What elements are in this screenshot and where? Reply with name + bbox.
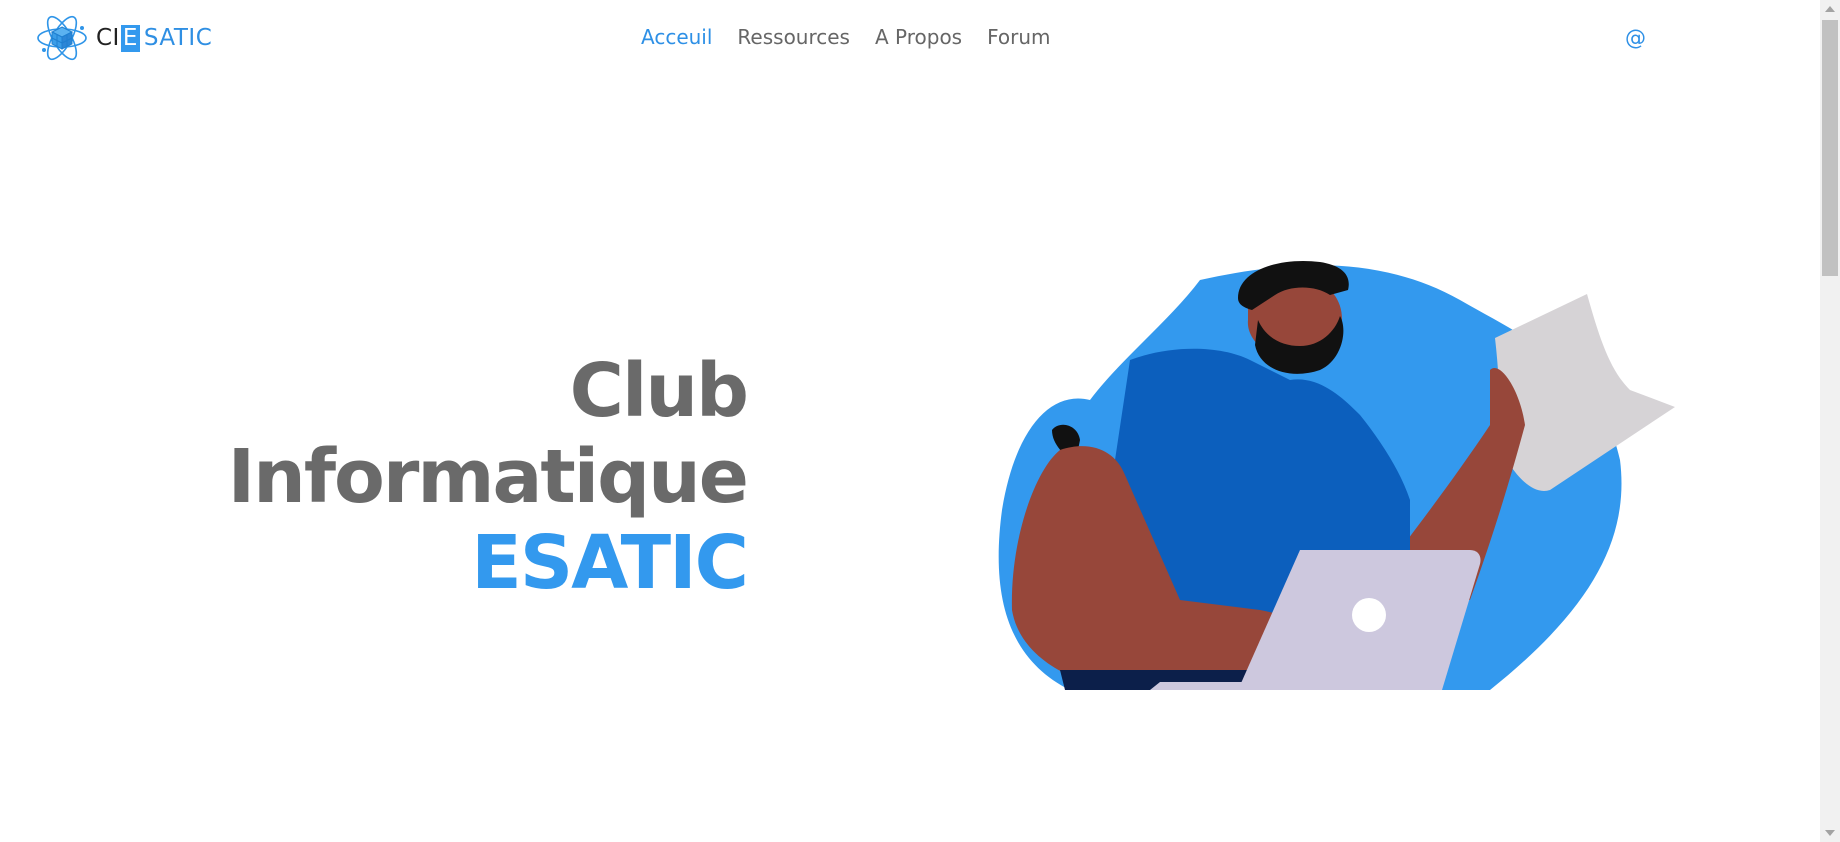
illustration-paper [1495,294,1675,491]
brand-logo-link[interactable]: CI E SATIC [36,12,212,64]
hero-title-line-esatic: ESATIC [471,520,749,606]
nav-link-a-propos[interactable]: A Propos [875,25,962,49]
main-nav: Acceuil Ressources A Propos Forum [641,25,1051,49]
illustration-laptop-logo [1352,598,1386,632]
nav-link-acceuil[interactable]: Acceuil [641,25,712,49]
hero-title-line-informatique: Informatique [227,434,749,520]
nav-link-forum[interactable]: Forum [987,25,1050,49]
brand-name-part2: E [120,24,140,52]
scroll-thumb[interactable] [1822,20,1838,276]
scroll-down-arrow-icon[interactable] [1825,830,1835,836]
brand-name-part1: CI [96,25,120,51]
atom-cube-icon [37,15,87,61]
illustration-laptop-base [1150,682,1290,690]
hero-title-line-club: Club [569,348,749,434]
scroll-up-arrow-icon[interactable] [1825,6,1835,12]
brand-name: CI E SATIC [96,24,213,52]
nav-link-ressources[interactable]: Ressources [737,25,850,49]
site-header: CI E SATIC Acceuil Ressources A Propos F… [0,0,1820,76]
brand-name-part3: SATIC [143,25,213,51]
man-with-laptop-illustration [998,260,1675,690]
contact-link[interactable]: @ [1625,26,1646,50]
page: CI E SATIC Acceuil Ressources A Propos F… [0,0,1840,842]
hero-title: Club Informatique ESATIC [227,348,749,606]
page-scrollbar[interactable] [1820,0,1840,842]
